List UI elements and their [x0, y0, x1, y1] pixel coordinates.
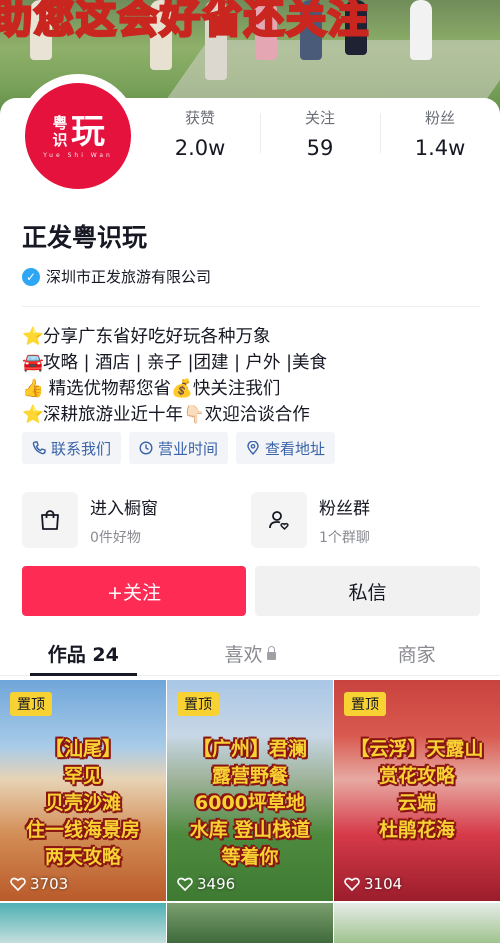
star-icon: ⭐	[22, 405, 44, 425]
clock-icon	[139, 441, 153, 455]
avatar-logo: 粤 识 玩	[51, 114, 105, 150]
avatar-logo-char: 粤	[52, 113, 68, 132]
entry-icon-box	[22, 492, 78, 548]
video-tile[interactable]	[334, 903, 500, 943]
bio-line: 🚘攻略 | 酒店 | 亲子 |团建 | 户外 |美食	[22, 350, 327, 376]
chip-business-hours[interactable]: 营业时间	[129, 432, 229, 464]
verified-badge-icon: ✓	[22, 267, 40, 286]
profile-entries: 进入橱窗 0件好物 粉丝群 1个群聊	[22, 490, 480, 550]
profile-name: 正发粤识玩	[22, 223, 148, 252]
video-tile[interactable]: 置顶 【汕尾】 罕见 贝壳沙滩 住一线海景房 两天攻略 3703	[0, 680, 166, 901]
entry-icon-box	[251, 492, 307, 548]
tab-works[interactable]: 作品 24	[0, 630, 167, 676]
banner-figure	[410, 0, 432, 60]
star-icon: ⭐	[22, 327, 44, 347]
tab-label: 喜欢	[224, 644, 263, 666]
car-icon: 🚘	[22, 353, 44, 373]
entry-title: 进入橱窗	[90, 498, 158, 519]
banner-overlay-text: 助您这会好省还关注	[0, 0, 370, 44]
video-like-count: 3496	[197, 875, 236, 893]
entry-subtitle: 0件好物	[90, 529, 141, 546]
pinned-badge: 置顶	[10, 692, 52, 716]
video-grid: 置顶 【汕尾】 罕见 贝壳沙滩 住一线海景房 两天攻略 3703 置顶 【广州】…	[0, 680, 500, 943]
follow-button[interactable]: +关注	[22, 566, 246, 616]
avatar-logo-char: 识	[52, 130, 68, 149]
stat-label: 粉丝	[424, 109, 455, 127]
heart-icon	[10, 877, 26, 891]
video-caption: 【汕尾】 罕见 贝壳沙滩 住一线海景房 两天攻略	[25, 738, 140, 868]
pinned-badge: 置顶	[177, 692, 219, 716]
entry-fan-group[interactable]: 粉丝群 1个群聊	[251, 490, 480, 550]
video-likes: 3703	[10, 875, 68, 893]
tab-label: 作品 24	[47, 644, 119, 666]
heart-icon	[344, 877, 360, 891]
shopping-bag-icon	[41, 510, 59, 530]
video-likes: 3104	[344, 875, 402, 893]
fan-group-icon	[269, 511, 289, 531]
stat-label: 获赞	[184, 109, 215, 127]
stat-following[interactable]: 关注 59	[260, 105, 380, 165]
bio-line: ⭐深耕旅游业近十年👇🏻欢迎洽谈合作	[22, 402, 327, 428]
video-tile[interactable]	[167, 903, 333, 943]
video-like-count: 3703	[30, 875, 69, 893]
stat-value: 1.4w	[414, 136, 466, 160]
profile-bio: ⭐分享广东省好吃好玩各种万象 🚘攻略 | 酒店 | 亲子 |团建 | 户外 |美…	[22, 324, 327, 428]
divider	[22, 306, 480, 307]
location-icon	[247, 441, 259, 455]
video-tile[interactable]: 置顶 【广州】君澜 露营野餐 6000坪草地 水库 登山栈道 等着你 3496	[167, 680, 333, 901]
chip-label: 营业时间	[158, 439, 219, 458]
video-caption: 【广州】君澜 露营野餐 6000坪草地 水库 登山栈道 等着你	[189, 738, 311, 868]
video-caption: 【云浮】天露山 赏花攻略 云端 杜鹃花海	[350, 738, 484, 841]
contact-chips: 联系我们 营业时间 查看地址	[22, 432, 336, 464]
avatar[interactable]: 粤 识 玩 Yue Shi Wan	[25, 83, 131, 189]
video-tile[interactable]	[0, 903, 166, 943]
stat-value: 59	[306, 136, 334, 160]
lock-icon	[266, 646, 276, 660]
stat-label: 关注	[304, 109, 335, 127]
avatar-logo-char-big: 玩	[71, 111, 105, 152]
entry-title: 粉丝群	[319, 498, 370, 519]
bio-line: ⭐分享广东省好吃好玩各种万象	[22, 324, 327, 350]
bio-text: 深耕旅游业近十年👇🏻欢迎洽谈合作	[43, 405, 310, 425]
chip-label: 联系我们	[51, 439, 112, 458]
phone-icon	[32, 441, 46, 455]
tab-label: 商家	[397, 644, 436, 666]
tab-likes[interactable]: 喜欢	[167, 630, 334, 675]
bio-text: 攻略 | 酒店 | 亲子 |团建 | 户外 |美食	[43, 353, 327, 373]
stat-likes[interactable]: 获赞 2.0w	[140, 105, 260, 165]
video-tile[interactable]: 置顶 【云浮】天露山 赏花攻略 云端 杜鹃花海 3104	[334, 680, 500, 901]
profile-tabs: 作品 24 喜欢 商家	[0, 630, 500, 676]
entry-subtitle: 1个群聊	[319, 529, 370, 546]
pinned-badge: 置顶	[344, 692, 386, 716]
bio-line: 👍 精选优物帮您省💰快关注我们	[22, 376, 327, 402]
chip-contact-us[interactable]: 联系我们	[22, 432, 122, 464]
thumbs-up-icon: 👍	[22, 379, 44, 399]
verification-company: 深圳市正发旅游有限公司	[46, 268, 212, 286]
bio-text: 精选优物帮您省💰快关注我们	[43, 379, 281, 399]
video-like-count: 3104	[364, 875, 403, 893]
profile-stats: 获赞 2.0w 关注 59 粉丝 1.4w	[140, 105, 500, 165]
stat-followers[interactable]: 粉丝 1.4w	[380, 105, 500, 165]
chip-label: 查看地址	[265, 439, 326, 458]
video-likes: 3496	[177, 875, 235, 893]
stat-value: 2.0w	[174, 136, 226, 160]
tab-merchant[interactable]: 商家	[333, 630, 500, 675]
avatar-logo-subtitle: Yue Shi Wan	[43, 151, 113, 159]
bio-text: 分享广东省好吃好玩各种万象	[43, 327, 271, 347]
message-button[interactable]: 私信	[255, 566, 480, 616]
verification-line: ✓ 深圳市正发旅游有限公司	[22, 266, 211, 287]
chip-view-address[interactable]: 查看地址	[236, 432, 336, 464]
entry-showcase[interactable]: 进入橱窗 0件好物	[22, 490, 251, 550]
heart-icon	[177, 877, 193, 891]
